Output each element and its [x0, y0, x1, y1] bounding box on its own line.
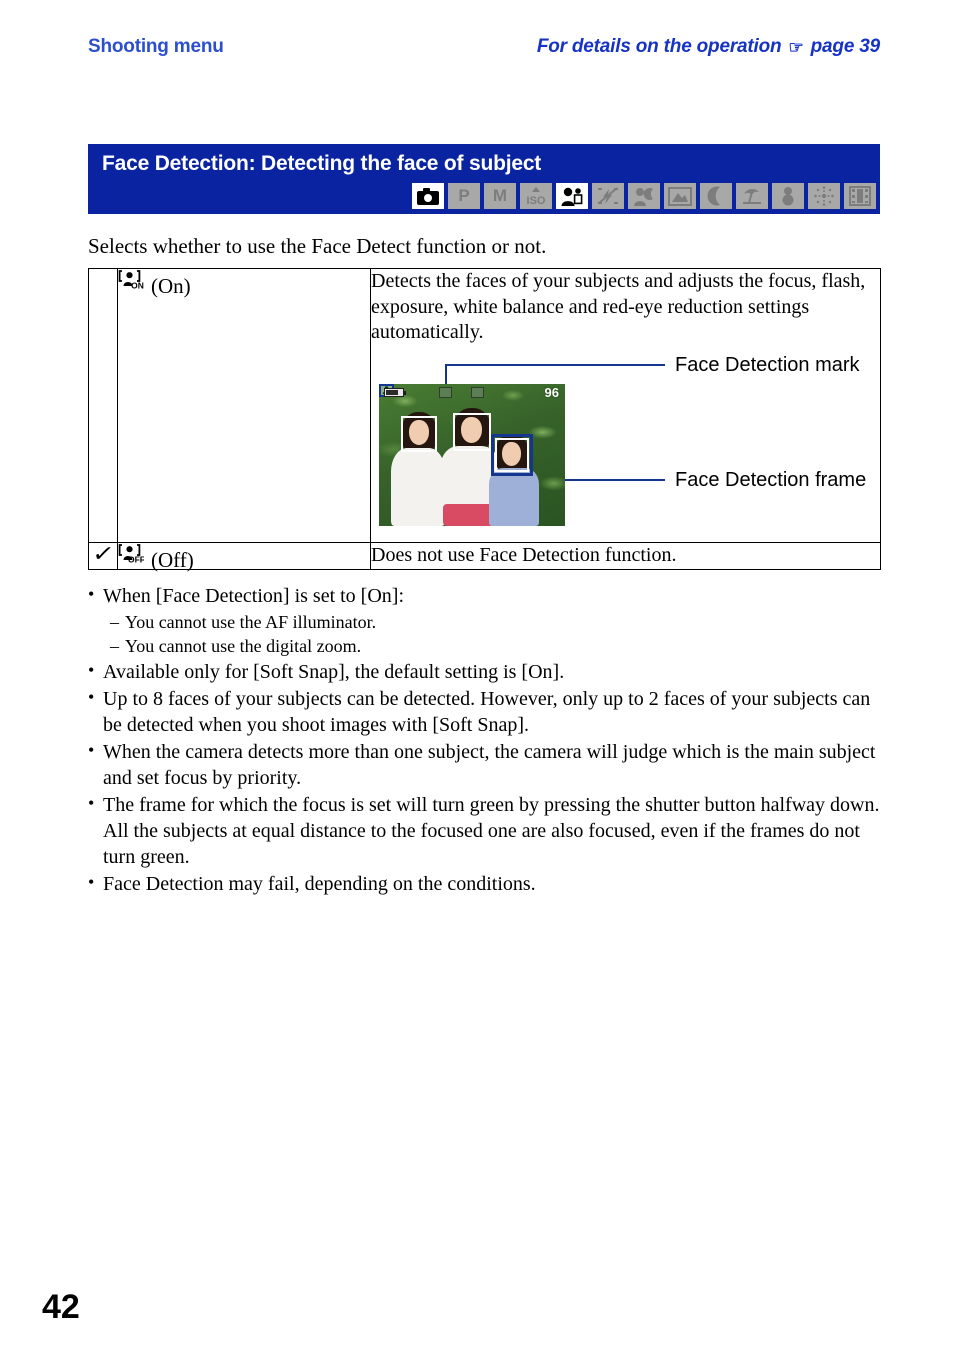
- face-detection-frame-middle: [453, 412, 491, 451]
- manual-mode-icon: M: [484, 183, 516, 209]
- snow-icon: [772, 183, 804, 209]
- bullet-glyph: •: [88, 792, 95, 813]
- running-head-section: Shooting menu: [88, 36, 224, 57]
- dash-glyph: –: [110, 612, 119, 632]
- soft-snap-icon: [556, 183, 588, 209]
- options-table: ON (On) Detects the faces of your subjec…: [88, 268, 881, 570]
- page-header: Shooting menu For details on the operati…: [88, 36, 880, 70]
- face-detection-frame-selected: [491, 433, 533, 476]
- image-size-icon: [471, 386, 484, 398]
- table-row: ✓ OFF (Off) Does not use Face Detection …: [88, 540, 881, 572]
- list-item: • The frame for which the focus is set w…: [88, 792, 888, 870]
- high-sensitivity-iso-icon: ISO: [520, 183, 552, 209]
- face-detection-on-icon: ON: [118, 269, 144, 295]
- list-item: • When the camera detects more than one …: [88, 739, 888, 791]
- landscape-icon: [664, 183, 696, 209]
- battery-icon: [384, 387, 406, 397]
- sub-list-item: – You cannot use the AF illuminator.: [110, 610, 888, 634]
- reference-text-before: For details on the operation: [536, 36, 782, 57]
- dash-glyph: –: [110, 636, 119, 657]
- page-number: 42: [42, 1288, 80, 1326]
- callout-label-frame: Face Detection frame: [675, 468, 867, 491]
- option-label: (Off): [151, 547, 194, 572]
- callout-label-mark: Face Detection mark: [675, 353, 860, 376]
- section-title: Face Detection: Detecting the face of su…: [102, 152, 542, 175]
- twilight-moon-icon: [700, 183, 732, 209]
- default-setting-checkmark: ✓: [90, 540, 116, 566]
- sub-note-text: You cannot use the digital zoom.: [125, 636, 362, 657]
- note-text: Face Detection may fail, depending on th…: [103, 872, 536, 895]
- auto-camera-icon: [412, 183, 444, 209]
- pointing-hand-icon: ☞: [788, 38, 804, 57]
- shots-remaining: 96: [544, 384, 559, 400]
- intro-sentence: Selects whether to use the Face Detect f…: [88, 234, 547, 258]
- program-mode-icon: P: [448, 183, 480, 209]
- camera-lcd-preview: 96: [379, 383, 565, 526]
- bullet-glyph: •: [88, 584, 95, 604]
- running-head-reference: For details on the operation ☞ page 39: [537, 36, 880, 58]
- face-detection-off-icon: OFF: [118, 543, 144, 569]
- default-marker-cell: [88, 268, 118, 543]
- note-text: Available only for [Soft Snap], the defa…: [103, 660, 565, 683]
- reference-page: page 39: [810, 36, 881, 57]
- notes-list: • When [Face Detection] is set to [On]: …: [88, 583, 888, 898]
- fireworks-icon: [808, 183, 840, 209]
- bullet-glyph: •: [88, 871, 95, 892]
- table-row: ON (On) Detects the faces of your subjec…: [88, 268, 881, 543]
- movie-mode-icon: [844, 183, 876, 209]
- bullet-glyph: •: [88, 686, 95, 707]
- default-marker-cell: ✓: [88, 540, 118, 570]
- manual-mode-label: M: [492, 186, 508, 205]
- option-label-cell: OFF (Off): [117, 541, 371, 572]
- mode-icon-row: P M ISO: [412, 183, 876, 209]
- option-label-cell: ON (On): [117, 268, 371, 543]
- option-description-cell: Does not use Face Detection function.: [370, 541, 881, 570]
- twilight-portrait-icon: [628, 183, 660, 209]
- note-text: When the camera detects more than one su…: [103, 740, 876, 789]
- svg-text:OFF: OFF: [128, 554, 144, 564]
- sub-note-text: You cannot use the AF illuminator.: [125, 612, 377, 632]
- no-flash-icon: [592, 183, 624, 209]
- face-detection-illustration: Face Detection mark Face Detection frame: [379, 354, 869, 534]
- option-description: Does not use Face Detection function.: [371, 543, 677, 566]
- option-label: (On): [151, 274, 191, 298]
- svg-text:ON: ON: [131, 280, 144, 290]
- sub-list-item: – You cannot use the digital zoom.: [110, 634, 888, 658]
- option-description-cell: Detects the faces of your subjects and a…: [370, 268, 881, 543]
- list-item: • When [Face Detection] is set to [On]:: [88, 583, 888, 609]
- lcd-status-bar: 96: [379, 384, 565, 400]
- note-text: Up to 8 faces of your subjects can be de…: [103, 687, 871, 736]
- list-item: • Face Detection may fail, depending on …: [88, 871, 888, 897]
- section-title-band: Face Detection: Detecting the face of su…: [88, 144, 880, 214]
- list-item: • Up to 8 faces of your subjects can be …: [88, 686, 888, 738]
- bullet-glyph: •: [88, 659, 95, 680]
- option-description: Detects the faces of your subjects and a…: [371, 270, 866, 344]
- record-mode-icon: [439, 386, 452, 398]
- note-text: When [Face Detection] is set to [On]:: [103, 585, 405, 607]
- face-detection-frame-left: [401, 415, 437, 452]
- list-item: • Available only for [Soft Snap], the de…: [88, 659, 888, 685]
- note-text: The frame for which the focus is set wil…: [103, 793, 880, 868]
- bullet-glyph: •: [88, 739, 95, 760]
- program-mode-label: P: [458, 186, 470, 205]
- svg-text:ISO: ISO: [527, 195, 546, 207]
- beach-icon: [736, 183, 768, 209]
